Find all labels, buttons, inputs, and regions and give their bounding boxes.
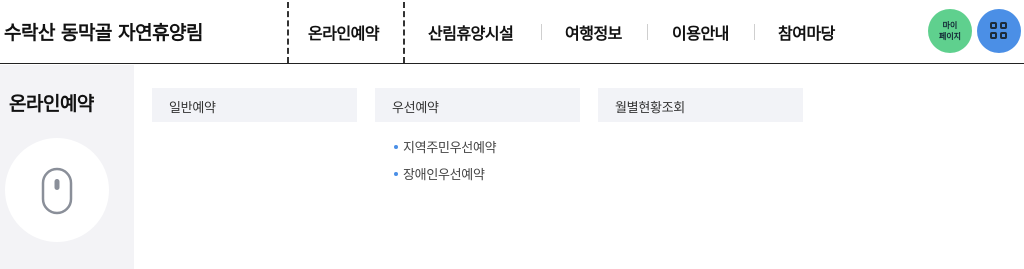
grid-icon xyxy=(990,22,1008,40)
submenu-title: 온라인예약 xyxy=(9,93,94,115)
submenu-disabled-priority[interactable]: 장애인우선예약 xyxy=(394,164,485,183)
site-header: 수락산 동막골 자연휴양림 온라인예약 산림휴양시설 여행정보 이용안내 참여마… xyxy=(0,0,1024,64)
mouse-illustration xyxy=(5,138,109,242)
mouse-icon xyxy=(41,167,73,215)
mypage-button[interactable]: 마이 페이지 xyxy=(928,9,972,53)
all-menu-button[interactable] xyxy=(977,9,1021,53)
site-title[interactable]: 수락산 동막골 자연휴양림 xyxy=(4,18,204,45)
submenu-local-resident-priority[interactable]: 지역주민우선예약 xyxy=(394,137,497,156)
nav-item-usage-guide[interactable]: 이용안내 xyxy=(672,20,729,44)
submenu-monthly-status[interactable]: 월별현황조회 xyxy=(598,88,803,122)
submenu-priority-reservation[interactable]: 우선예약 xyxy=(375,88,580,122)
mypage-label-line1: 마이 xyxy=(942,21,958,30)
bullet-icon xyxy=(394,171,398,176)
nav-item-online-reservation[interactable]: 온라인예약 xyxy=(308,20,380,44)
bullet-icon xyxy=(394,144,398,149)
nav-item-travel-info[interactable]: 여행정보 xyxy=(565,20,622,44)
nav-separator xyxy=(647,24,648,40)
nav-separator xyxy=(754,24,755,40)
nav-item-forest-facilities[interactable]: 산림휴양시설 xyxy=(428,20,514,44)
nav-item-participation[interactable]: 참여마당 xyxy=(778,20,835,44)
mypage-label-line2: 페이지 xyxy=(938,32,962,41)
nav-separator xyxy=(541,24,542,40)
submenu-general-reservation[interactable]: 일반예약 xyxy=(152,88,357,122)
submenu-side-panel: 온라인예약 xyxy=(0,65,134,269)
